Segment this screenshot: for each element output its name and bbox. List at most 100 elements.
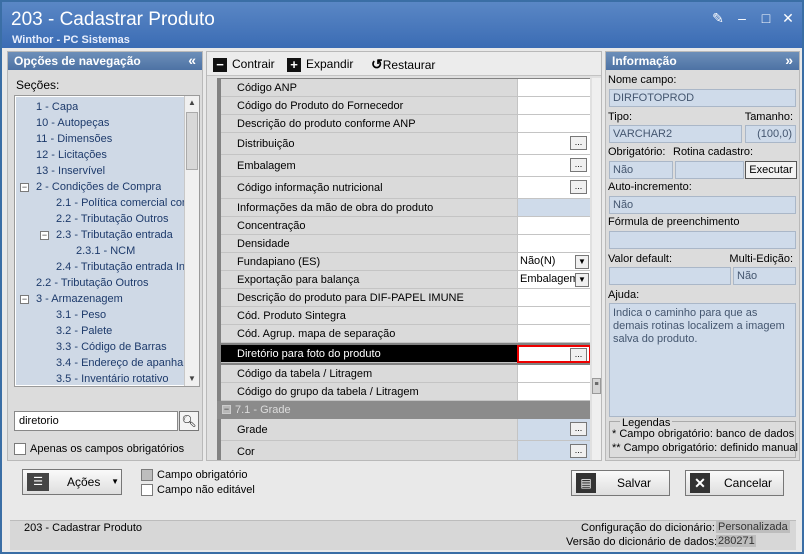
grid-row[interactable]: Descrição do produto conforme ANP: [221, 115, 590, 133]
config-value: Personalizada: [716, 521, 790, 533]
minimize-icon[interactable]: –: [734, 10, 750, 26]
grid-row[interactable]: Grade...: [221, 419, 590, 441]
grid-row[interactable]: Concentração: [221, 217, 590, 235]
dropdown-arrow-icon[interactable]: ▼: [575, 273, 589, 287]
field-value[interactable]: ...: [517, 419, 590, 441]
grid-row[interactable]: Código informação nutricional...: [221, 177, 590, 199]
field-name-label: Nome campo:: [608, 74, 677, 86]
field-value[interactable]: [517, 325, 590, 343]
grid-row[interactable]: Código da tabela / Litragem: [221, 365, 590, 383]
field-value[interactable]: ...: [517, 133, 590, 155]
grid-row[interactable]: Embalagem...: [221, 155, 590, 177]
field-select[interactable]: Não(N) ▼: [517, 253, 590, 271]
tree-item[interactable]: 12 - Licitações: [36, 147, 107, 163]
legend-box: Legendas * Campo obrigatório: banco de d…: [609, 417, 798, 458]
tree-item[interactable]: 11 - Dimensões: [36, 131, 112, 147]
grid-row[interactable]: Cód. Produto Sintegra: [221, 307, 590, 325]
only-required-checkbox-row[interactable]: Apenas os campos obrigatórios: [14, 443, 184, 456]
section-search-input[interactable]: diretorio: [14, 411, 178, 431]
ellipsis-button[interactable]: ...: [570, 158, 587, 172]
tree-item[interactable]: 13 - Inservível: [36, 163, 105, 179]
tree-item[interactable]: 2.4 - Tributação entrada Inf: [56, 259, 184, 275]
only-required-checkbox[interactable]: [14, 443, 26, 456]
tree-scrollbar[interactable]: ▲ ▼: [184, 96, 199, 386]
ellipsis-button[interactable]: ...: [570, 136, 587, 150]
scroll-down-icon[interactable]: ▼: [185, 372, 199, 386]
grid-row[interactable]: Exportação para balança Embalagem ▼: [221, 271, 590, 289]
tree-item[interactable]: 3.3 - Código de Barras: [56, 339, 167, 355]
grid-row[interactable]: Cor...: [221, 441, 590, 460]
execute-button[interactable]: Executar: [745, 161, 797, 179]
save-button[interactable]: ▤ Salvar: [571, 470, 670, 496]
tree-item[interactable]: 3.5 - Inventário rotativo: [56, 371, 169, 386]
collapse-panel-icon[interactable]: »: [785, 52, 793, 68]
grid-row[interactable]: Descrição do produto para DIF-PAPEL IMUN…: [221, 289, 590, 307]
field-value[interactable]: [517, 235, 590, 253]
sections-tree[interactable]: 1 - Capa 10 - Autopeças 11 - Dimensões 1…: [14, 95, 200, 387]
field-label: Cód. Produto Sintegra: [221, 307, 517, 325]
grid-row[interactable]: Código ANP: [221, 79, 590, 97]
tree-item[interactable]: 3.2 - Palete: [56, 323, 112, 339]
scroll-up-icon[interactable]: ▲: [185, 96, 199, 110]
collapse-button[interactable]: − Contrair: [213, 56, 275, 72]
ellipsis-button[interactable]: ...: [570, 422, 587, 436]
select-value: Embalagem: [520, 273, 579, 285]
dropdown-arrow-icon[interactable]: ▼: [575, 255, 589, 269]
edit-icon[interactable]: ✎: [710, 10, 726, 26]
grid-row[interactable]: Código do grupo da tabela / Litragem: [221, 383, 590, 401]
tree-item[interactable]: 10 - Autopeças: [36, 115, 109, 131]
field-value[interactable]: [517, 307, 590, 325]
grid-row[interactable]: Cód. Agrup. mapa de separação: [221, 325, 590, 343]
expand-button[interactable]: + Expandir: [287, 56, 353, 72]
group-header[interactable]: −7.1 - Grade: [217, 401, 590, 419]
tree-item[interactable]: 2.2 - Tributação Outros: [56, 211, 169, 227]
restore-button[interactable]: ↺Restaurar: [371, 56, 435, 72]
ellipsis-button[interactable]: ...: [570, 444, 587, 458]
field-value[interactable]: ...: [517, 345, 590, 363]
field-value[interactable]: ...: [517, 441, 590, 460]
ellipsis-button[interactable]: ...: [570, 348, 587, 361]
actions-button[interactable]: ☰ Ações ▼: [22, 469, 122, 495]
tree-item[interactable]: 2.2 - Tributação Outros: [36, 275, 149, 291]
grid-row[interactable]: Densidade: [221, 235, 590, 253]
restore-icon: ↺: [371, 56, 383, 72]
field-value[interactable]: [517, 97, 590, 115]
tree-item[interactable]: 2.3.1 - NCM: [76, 243, 135, 259]
tree-item[interactable]: 2 - Condições de Compra: [36, 179, 161, 195]
ellipsis-button[interactable]: ...: [570, 180, 587, 194]
tree-collapse-toggle[interactable]: −: [20, 183, 29, 192]
maximize-icon[interactable]: □: [758, 10, 774, 26]
grid-row[interactable]: Informações da mão de obra do produto: [221, 199, 590, 217]
field-value[interactable]: ...: [517, 155, 590, 177]
field-value[interactable]: [517, 365, 590, 383]
scroll-thumb[interactable]: [186, 112, 198, 170]
tree-item[interactable]: 3 - Armazenagem: [36, 291, 123, 307]
tree-collapse-toggle[interactable]: −: [40, 231, 49, 240]
search-button[interactable]: 🔍︎: [179, 411, 199, 431]
collapse-panel-icon[interactable]: «: [188, 52, 196, 68]
grid-row-selected[interactable]: Diretório para foto do produto...: [221, 345, 590, 363]
field-select[interactable]: Embalagem ▼: [517, 271, 590, 289]
tree-collapse-toggle[interactable]: −: [20, 295, 29, 304]
window-title: 203 - Cadastrar Produto: [11, 9, 215, 30]
field-value[interactable]: [517, 79, 590, 97]
tree-item[interactable]: 3.4 - Endereço de apanha: [56, 355, 184, 371]
cancel-button[interactable]: ✕ Cancelar: [685, 470, 784, 496]
field-value[interactable]: [517, 383, 590, 401]
grid-row[interactable]: Código do Produto do Fornecedor: [221, 97, 590, 115]
tree-item[interactable]: 2.1 - Política comercial compra: [56, 195, 184, 211]
group-collapse-toggle[interactable]: −: [222, 405, 231, 414]
tree-item[interactable]: 1 - Capa: [36, 99, 78, 115]
tree-item[interactable]: 2.3 - Tributação entrada: [56, 227, 173, 243]
tree-item[interactable]: 3.1 - Peso: [56, 307, 106, 323]
grid-scroll-thumb[interactable]: ≡: [592, 378, 601, 394]
field-value[interactable]: [517, 289, 590, 307]
grid-row[interactable]: Distribuição...: [221, 133, 590, 155]
field-value[interactable]: [517, 217, 590, 235]
legend-line-1: * Campo obrigatório: banco de dados: [612, 428, 795, 440]
close-icon[interactable]: ✕: [780, 10, 796, 26]
field-value[interactable]: ...: [517, 177, 590, 199]
field-value[interactable]: [517, 115, 590, 133]
grid-scrollbar[interactable]: ≡: [592, 78, 601, 460]
grid-row[interactable]: Fundapiano (ES) Não(N) ▼: [221, 253, 590, 271]
